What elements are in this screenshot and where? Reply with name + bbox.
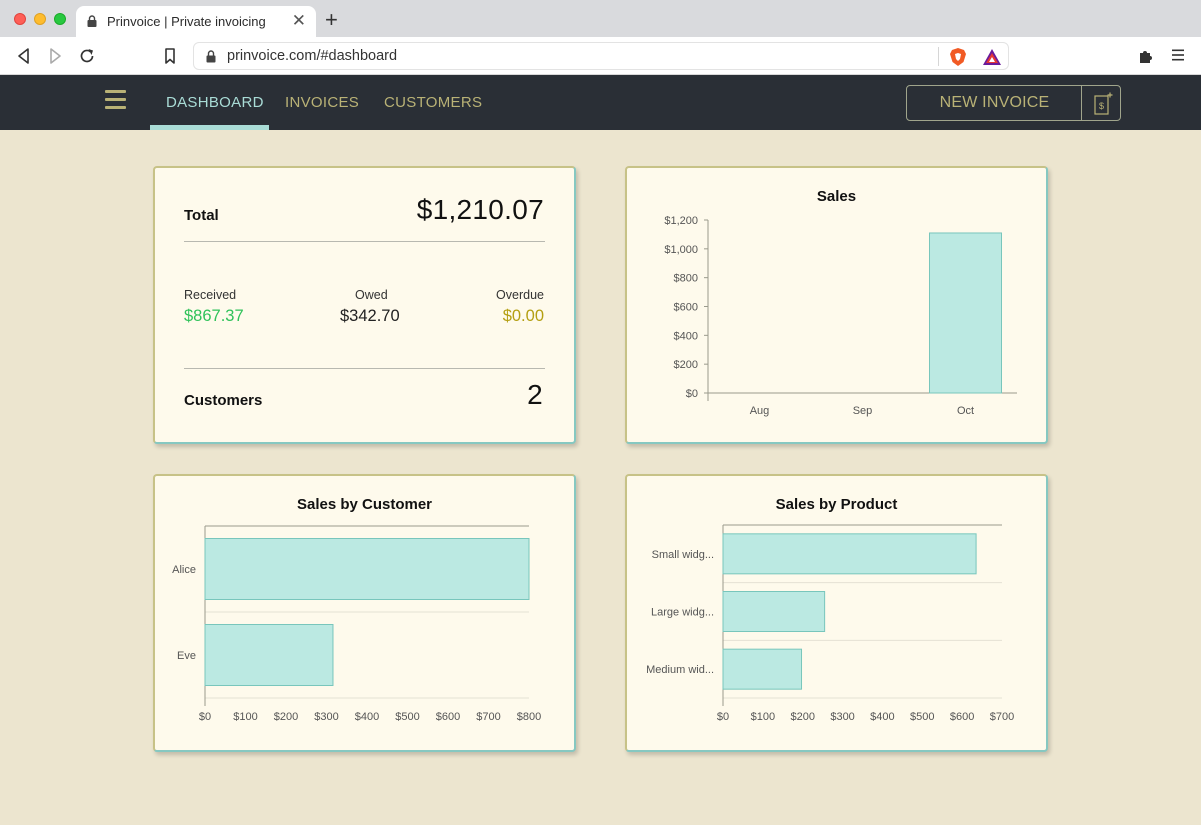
button-divider	[1081, 86, 1082, 120]
y-tick-label: Small widg...	[652, 549, 714, 561]
y-tick-label: Alice	[172, 564, 196, 576]
x-tick-label: $400	[870, 711, 894, 723]
received-label: Received	[184, 288, 237, 302]
tab-customers[interactable]: CUSTOMERS	[384, 94, 482, 111]
menu-icon[interactable]	[1171, 48, 1185, 62]
summary-card: Total $1,210.07 Received $867.37 Owed $3…	[153, 166, 576, 444]
y-tick-label: Eve	[177, 650, 196, 662]
y-tick-label: $200	[674, 359, 698, 371]
total-value: $1,210.07	[416, 194, 544, 225]
x-tick-label: $400	[355, 711, 379, 723]
y-tick-label: Medium wid...	[646, 664, 714, 676]
owed-label: Owed	[355, 288, 388, 302]
x-tick-label: $100	[233, 711, 257, 723]
y-tick-label: Large widg...	[651, 607, 714, 619]
x-tick-label: Oct	[957, 405, 974, 417]
new-tab-icon[interactable]: +	[325, 9, 338, 31]
close-tab-icon[interactable]: ✕	[292, 11, 306, 31]
x-tick-label: $600	[436, 711, 460, 723]
bar	[722, 591, 826, 632]
owed-value: $342.70	[340, 307, 400, 325]
url-text: prinvoice.com/#dashboard	[227, 48, 398, 64]
tab-title: Prinvoice | Private invoicing	[107, 14, 266, 29]
x-tick-label: Sep	[853, 405, 873, 417]
svg-text:$: $	[1099, 101, 1104, 111]
x-tick-label: $700	[476, 711, 500, 723]
browser-tab[interactable]: Prinvoice | Private invoicing ✕	[76, 6, 316, 37]
y-tick-label: $1,200	[664, 215, 698, 227]
bar	[204, 624, 334, 686]
sales-by-customer-card: Sales by Customer Alice Eve $0 $100 $200 $300…	[153, 474, 576, 752]
bar	[722, 648, 803, 690]
x-tick-label: $100	[751, 711, 775, 723]
y-tick-label: $800	[674, 273, 698, 285]
x-tick-label: $200	[274, 711, 298, 723]
customers-label: Customers	[184, 392, 263, 409]
x-tick-label: $500	[395, 711, 419, 723]
favicon-icon	[87, 15, 97, 27]
bookmark-icon[interactable]	[160, 46, 180, 66]
x-tick-label: $500	[910, 711, 934, 723]
app-navbar: DASHBOARD INVOICES CUSTOMERS NEW INVOICE…	[0, 75, 1201, 130]
x-tick-label: $0	[199, 711, 211, 723]
overdue-label: Overdue	[496, 288, 544, 302]
new-invoice-icon: $	[1094, 92, 1113, 115]
x-tick-label: Aug	[750, 405, 770, 417]
y-tick-label: $0	[686, 388, 698, 400]
sales-by-customer-chart: Alice Eve $0 $100 $200 $300 $400 $500 $600 $700 $8…	[172, 525, 541, 723]
reload-icon[interactable]	[77, 46, 97, 66]
sales-by-product-chart: Small widg... Large widg... Medium wid... $…	[646, 524, 1014, 723]
y-tick-label: $400	[674, 330, 698, 342]
y-tick-label: $1,000	[664, 244, 698, 256]
brave-shield-icon[interactable]	[949, 47, 967, 67]
lock-icon	[206, 50, 216, 63]
x-tick-label: $300	[830, 711, 854, 723]
x-tick-label: $300	[314, 711, 338, 723]
minimize-window-button[interactable]	[34, 13, 46, 25]
new-invoice-button[interactable]: NEW INVOICE $	[906, 85, 1121, 121]
back-icon[interactable]	[14, 46, 34, 66]
sales-chart-card: Sales $0 $200 $400 $600 $800 $1,000 $1,200 Aug S…	[625, 166, 1048, 444]
x-tick-label: $200	[790, 711, 814, 723]
x-tick-label: $700	[990, 711, 1014, 723]
address-bar[interactable]: prinvoice.com/#dashboard	[193, 42, 1009, 70]
active-tab-indicator	[150, 125, 269, 130]
tab-dashboard[interactable]: DASHBOARD	[166, 94, 264, 111]
url-divider	[938, 47, 939, 66]
x-tick-label: $600	[950, 711, 974, 723]
maximize-window-button[interactable]	[54, 13, 66, 25]
sales-chart: $0 $200 $400 $600 $800 $1,000 $1,200 Aug Sep Oct	[664, 215, 1017, 417]
x-tick-label: $0	[717, 711, 729, 723]
overdue-value: $0.00	[502, 307, 544, 325]
received-value: $867.37	[184, 307, 244, 325]
new-invoice-label: NEW INVOICE	[939, 94, 1050, 111]
hamburger-menu-icon[interactable]	[105, 90, 126, 110]
bar	[929, 232, 1002, 394]
bar	[722, 533, 977, 575]
browser-toolbar: prinvoice.com/#dashboard	[0, 37, 1201, 75]
y-tick-label: $600	[674, 302, 698, 314]
tab-invoices[interactable]: INVOICES	[285, 94, 359, 111]
sales-by-product-card: Sales by Product Small widg... Large widg…	[625, 474, 1048, 752]
close-window-button[interactable]	[14, 13, 26, 25]
forward-icon[interactable]	[45, 46, 65, 66]
customers-value: 2	[527, 379, 543, 410]
x-tick-label: $800	[517, 711, 541, 723]
divider	[184, 241, 545, 242]
brave-rewards-icon[interactable]	[982, 48, 1002, 66]
extensions-icon[interactable]	[1138, 47, 1155, 64]
divider	[184, 368, 545, 369]
total-label: Total	[184, 207, 219, 224]
browser-tab-bar: Prinvoice | Private invoicing ✕ +	[0, 0, 1201, 37]
bar	[204, 538, 530, 600]
